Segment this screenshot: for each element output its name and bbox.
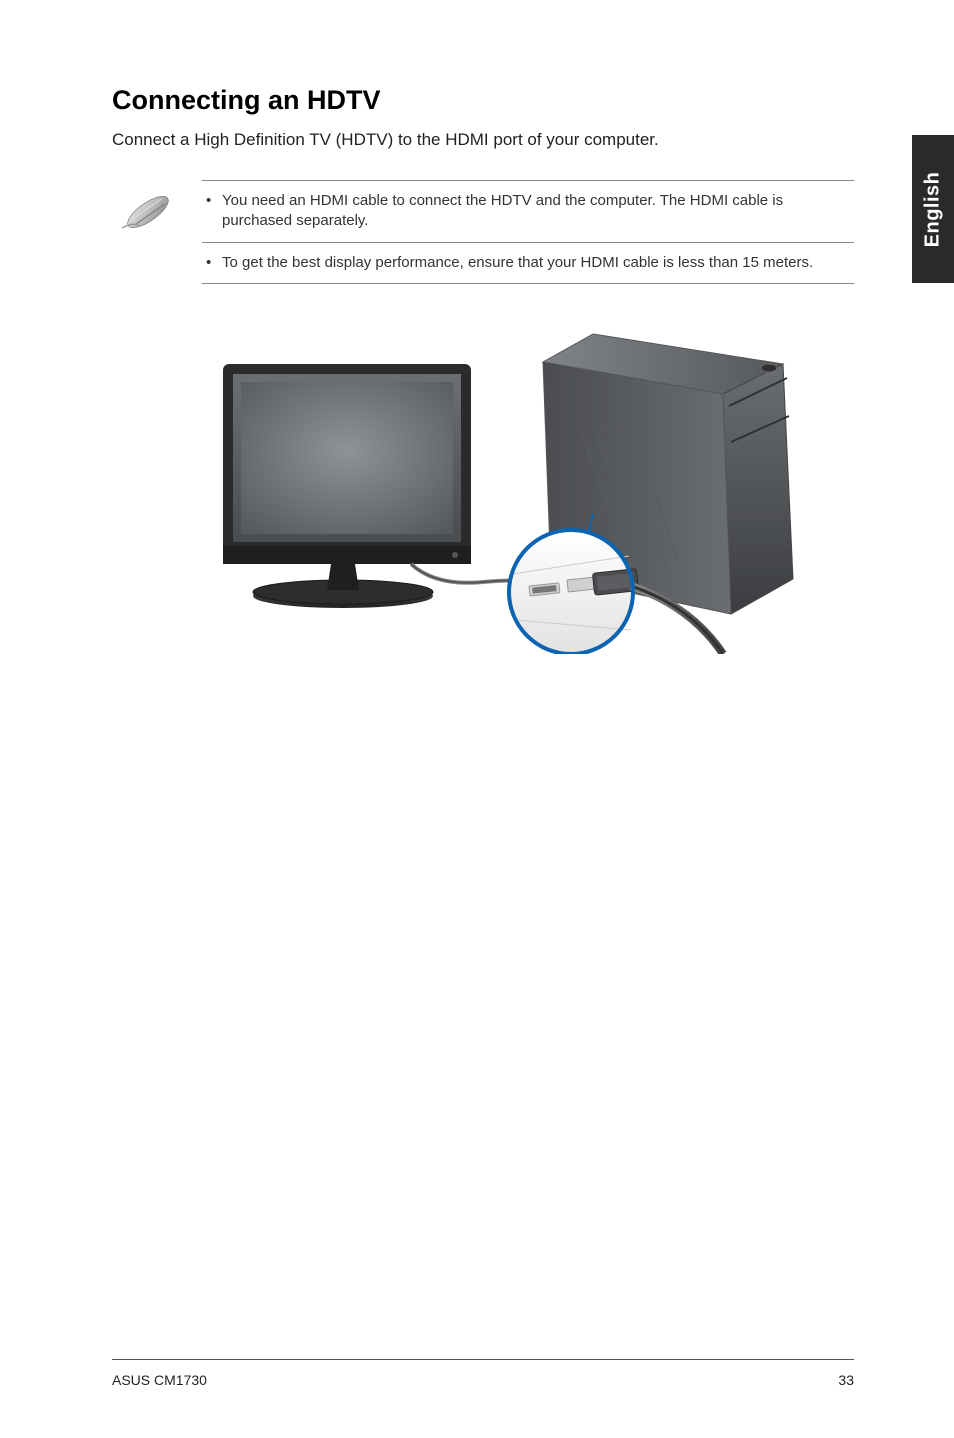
note-item: You need an HDMI cable to connect the HD… [202, 181, 854, 242]
note-item: To get the best display performance, ens… [202, 242, 854, 283]
document-page: English Connecting an HDTV Connect a Hig… [0, 0, 954, 1438]
note-block: You need an HDMI cable to connect the HD… [118, 180, 854, 284]
page-footer: ASUS CM1730 33 [112, 1359, 854, 1388]
note-list: You need an HDMI cable to connect the HD… [202, 180, 854, 284]
language-tab-label: English [922, 171, 945, 247]
language-tab: English [912, 135, 954, 283]
footer-page-number: 33 [838, 1372, 854, 1388]
intro-text: Connect a High Definition TV (HDTV) to t… [112, 130, 854, 150]
page-title: Connecting an HDTV [112, 85, 854, 116]
connection-diagram [112, 324, 854, 654]
pen-icon [118, 182, 178, 284]
footer-model: ASUS CM1730 [112, 1372, 207, 1388]
